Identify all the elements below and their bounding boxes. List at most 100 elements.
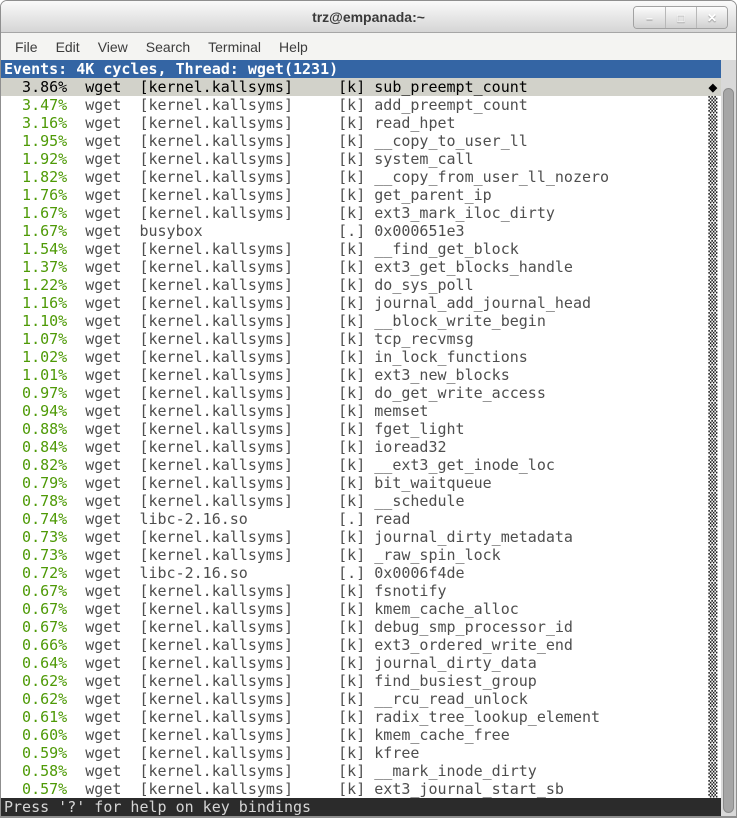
row-text: wget [kernel.kallsyms] [k] read_hpet xyxy=(67,114,708,132)
table-row[interactable]: 0.64% wget [kernel.kallsyms] [k] journal… xyxy=(1,654,721,672)
table-row[interactable]: 0.73% wget [kernel.kallsyms] [k] _raw_sp… xyxy=(1,546,721,564)
table-row[interactable]: 0.67% wget [kernel.kallsyms] [k] kmem_ca… xyxy=(1,600,721,618)
table-row[interactable]: 1.01% wget [kernel.kallsyms] [k] ext3_ne… xyxy=(1,366,721,384)
row-percent: 1.16% xyxy=(4,294,67,312)
row-text: wget [kernel.kallsyms] [k] ioread32 xyxy=(67,438,708,456)
table-row[interactable]: 0.62% wget [kernel.kallsyms] [k] find_bu… xyxy=(1,672,721,690)
tui-scrollbar-track-char: ▒ xyxy=(708,204,717,222)
table-row[interactable]: 0.73% wget [kernel.kallsyms] [k] journal… xyxy=(1,528,721,546)
table-row[interactable]: 0.84% wget [kernel.kallsyms] [k] ioread3… xyxy=(1,438,721,456)
row-text: wget [kernel.kallsyms] [k] kmem_cache_fr… xyxy=(67,726,708,744)
row-percent: 0.59% xyxy=(4,744,67,762)
tui-scrollbar-thumb-char: ◆ xyxy=(708,78,717,96)
table-row[interactable]: 0.72% wget libc-2.16.so [.] 0x0006f4de ▒ xyxy=(1,564,721,582)
table-row[interactable]: 0.82% wget [kernel.kallsyms] [k] __ext3_… xyxy=(1,456,721,474)
row-percent: 0.67% xyxy=(4,600,67,618)
tui-scrollbar-track-char: ▒ xyxy=(708,294,717,312)
table-row[interactable]: 0.79% wget [kernel.kallsyms] [k] bit_wai… xyxy=(1,474,721,492)
row-text: wget [kernel.kallsyms] [k] __block_write… xyxy=(67,312,708,330)
row-percent: 0.94% xyxy=(4,402,67,420)
table-row[interactable]: 0.74% wget libc-2.16.so [.] read ▒ xyxy=(1,510,721,528)
row-percent: 0.84% xyxy=(4,438,67,456)
menu-item-edit[interactable]: Edit xyxy=(47,39,89,55)
table-row[interactable]: 1.07% wget [kernel.kallsyms] [k] tcp_rec… xyxy=(1,330,721,348)
row-text: wget [kernel.kallsyms] [k] __schedule xyxy=(67,492,708,510)
table-row[interactable]: 1.82% wget [kernel.kallsyms] [k] __copy_… xyxy=(1,168,721,186)
row-percent: 1.02% xyxy=(4,348,67,366)
table-row[interactable]: 1.92% wget [kernel.kallsyms] [k] system_… xyxy=(1,150,721,168)
table-row[interactable]: 1.37% wget [kernel.kallsyms] [k] ext3_ge… xyxy=(1,258,721,276)
row-text: wget [kernel.kallsyms] [k] ext3_new_bloc… xyxy=(67,366,708,384)
row-text: wget [kernel.kallsyms] [k] add_preempt_c… xyxy=(67,96,708,114)
row-text: wget [kernel.kallsyms] [k] debug_smp_pro… xyxy=(67,618,708,636)
table-row[interactable]: 1.54% wget [kernel.kallsyms] [k] __find_… xyxy=(1,240,721,258)
tui-scrollbar-track-char: ▒ xyxy=(708,438,717,456)
table-row[interactable]: 0.57% wget [kernel.kallsyms] [k] ext3_jo… xyxy=(1,780,721,798)
table-row[interactable]: 3.16% wget [kernel.kallsyms] [k] read_hp… xyxy=(1,114,721,132)
table-row[interactable]: 3.47% wget [kernel.kallsyms] [k] add_pre… xyxy=(1,96,721,114)
close-button[interactable]: ✕ xyxy=(696,7,727,28)
minimize-button[interactable]: – xyxy=(634,7,665,28)
row-text: wget [kernel.kallsyms] [k] __mark_inode_… xyxy=(67,762,708,780)
row-text: wget [kernel.kallsyms] [k] ext3_mark_ilo… xyxy=(67,204,708,222)
menu-item-terminal[interactable]: Terminal xyxy=(199,39,270,55)
tui-scrollbar-track-char: ▒ xyxy=(708,384,717,402)
table-row[interactable]: 1.10% wget [kernel.kallsyms] [k] __block… xyxy=(1,312,721,330)
table-row[interactable]: 3.86% wget [kernel.kallsyms] [k] sub_pre… xyxy=(1,78,721,96)
table-row[interactable]: 1.76% wget [kernel.kallsyms] [k] get_par… xyxy=(1,186,721,204)
tui-scrollbar-track-char: ▒ xyxy=(708,258,717,276)
terminal-scrollbar[interactable] xyxy=(721,60,736,816)
row-text: wget [kernel.kallsyms] [k] bit_waitqueue xyxy=(67,474,708,492)
row-text: wget [kernel.kallsyms] [k] radix_tree_lo… xyxy=(67,708,708,726)
table-row[interactable]: 0.60% wget [kernel.kallsyms] [k] kmem_ca… xyxy=(1,726,721,744)
menu-item-search[interactable]: Search xyxy=(137,39,199,55)
table-row[interactable]: 0.66% wget [kernel.kallsyms] [k] ext3_or… xyxy=(1,636,721,654)
table-row[interactable]: 0.58% wget [kernel.kallsyms] [k] __mark_… xyxy=(1,762,721,780)
table-row[interactable]: 0.62% wget [kernel.kallsyms] [k] __rcu_r… xyxy=(1,690,721,708)
row-percent: 1.37% xyxy=(4,258,67,276)
menu-item-file[interactable]: File xyxy=(6,39,47,55)
menu-item-view[interactable]: View xyxy=(89,39,137,55)
row-percent: 0.57% xyxy=(4,780,67,798)
row-text: wget [kernel.kallsyms] [k] journal_add_j… xyxy=(67,294,708,312)
table-row[interactable]: 1.16% wget [kernel.kallsyms] [k] journal… xyxy=(1,294,721,312)
table-row[interactable]: 0.59% wget [kernel.kallsyms] [k] kfree ▒ xyxy=(1,744,721,762)
tui-scrollbar-track-char: ▒ xyxy=(708,96,717,114)
row-percent: 0.82% xyxy=(4,456,67,474)
table-row[interactable]: 0.94% wget [kernel.kallsyms] [k] memset … xyxy=(1,402,721,420)
row-text: wget [kernel.kallsyms] [k] kfree xyxy=(67,744,708,762)
row-text: wget [kernel.kallsyms] [k] fget_light xyxy=(67,420,708,438)
row-percent: 1.76% xyxy=(4,186,67,204)
table-row[interactable]: 1.22% wget [kernel.kallsyms] [k] do_sys_… xyxy=(1,276,721,294)
table-row[interactable]: 0.61% wget [kernel.kallsyms] [k] radix_t… xyxy=(1,708,721,726)
menu-item-help[interactable]: Help xyxy=(270,39,317,55)
row-percent: 0.73% xyxy=(4,546,67,564)
row-percent: 3.86% xyxy=(4,78,67,96)
tui-scrollbar-track-char: ▒ xyxy=(708,528,717,546)
row-text: wget [kernel.kallsyms] [k] __ext3_get_in… xyxy=(67,456,708,474)
titlebar[interactable]: trz@empanada:~ –□✕ xyxy=(1,1,736,33)
row-percent: 0.79% xyxy=(4,474,67,492)
table-row[interactable]: 0.67% wget [kernel.kallsyms] [k] debug_s… xyxy=(1,618,721,636)
table-row[interactable]: 1.02% wget [kernel.kallsyms] [k] in_lock… xyxy=(1,348,721,366)
table-row[interactable]: 1.67% wget busybox [.] 0x000651e3 ▒ xyxy=(1,222,721,240)
tui-scrollbar-track-char: ▒ xyxy=(708,276,717,294)
tui-scrollbar-track-char: ▒ xyxy=(708,240,717,258)
maximize-button[interactable]: □ xyxy=(665,7,696,28)
scrollbar-thumb[interactable] xyxy=(723,88,734,813)
row-percent: 1.67% xyxy=(4,204,67,222)
table-row[interactable]: 1.95% wget [kernel.kallsyms] [k] __copy_… xyxy=(1,132,721,150)
table-row[interactable]: 0.78% wget [kernel.kallsyms] [k] __sched… xyxy=(1,492,721,510)
table-row[interactable]: 1.67% wget [kernel.kallsyms] [k] ext3_ma… xyxy=(1,204,721,222)
row-percent: 1.95% xyxy=(4,132,67,150)
tui-scrollbar-track-char: ▒ xyxy=(708,762,717,780)
table-row[interactable]: 0.67% wget [kernel.kallsyms] [k] fsnotif… xyxy=(1,582,721,600)
table-row[interactable]: 0.88% wget [kernel.kallsyms] [k] fget_li… xyxy=(1,420,721,438)
row-text: wget [kernel.kallsyms] [k] __copy_to_use… xyxy=(67,132,708,150)
row-percent: 1.82% xyxy=(4,168,67,186)
row-percent: 1.01% xyxy=(4,366,67,384)
row-text: wget [kernel.kallsyms] [k] kmem_cache_al… xyxy=(67,600,708,618)
table-row[interactable]: 0.97% wget [kernel.kallsyms] [k] do_get_… xyxy=(1,384,721,402)
row-percent: 1.07% xyxy=(4,330,67,348)
tui-scrollbar-track-char: ▒ xyxy=(708,474,717,492)
